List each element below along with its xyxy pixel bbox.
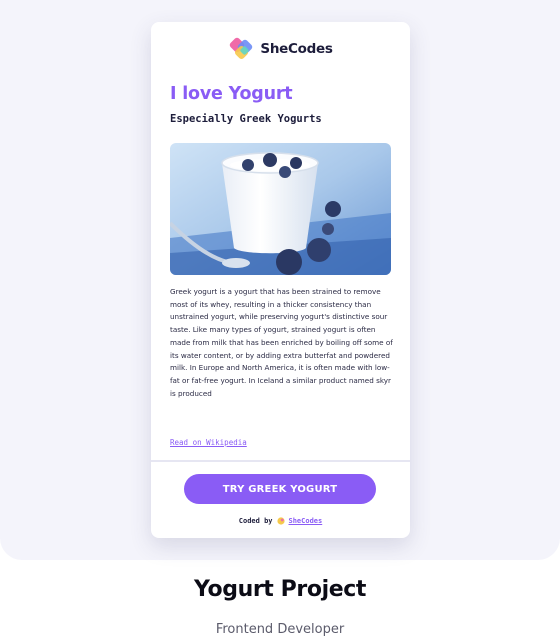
project-card: SheCodes I love Yogurt Especially Greek … <box>151 22 410 538</box>
greek-yogurt-bowl-with-blueberries-icon <box>170 143 391 275</box>
project-role: Frontend Developer <box>215 622 345 637</box>
try-greek-yogurt-button[interactable]: TRY GREEK YOGURT <box>184 474 376 504</box>
page-title: I love Yogurt <box>170 84 293 104</box>
shecodes-logo-icon <box>230 37 253 60</box>
divider <box>151 460 410 462</box>
preview-stage: SheCodes I love Yogurt Especially Greek … <box>0 0 560 560</box>
shecodes-logo: SheCodes <box>151 36 410 62</box>
credit-prefix: Coded by <box>238 517 273 525</box>
project-title: Yogurt Project <box>194 577 366 602</box>
yogurt-description: Greek yogurt is a yogurt that has been s… <box>170 287 393 398</box>
shecodes-link[interactable]: SheCodes <box>289 517 323 525</box>
brand-name: SheCodes <box>260 41 333 57</box>
shecodes-small-icon <box>276 517 285 525</box>
credit-line: Coded by SheCodes <box>151 517 410 525</box>
yogurt-image <box>170 143 391 275</box>
wikipedia-link[interactable]: Read on Wikipedia <box>170 438 247 447</box>
page-subtitle: Especially Greek Yogurts <box>170 113 322 125</box>
